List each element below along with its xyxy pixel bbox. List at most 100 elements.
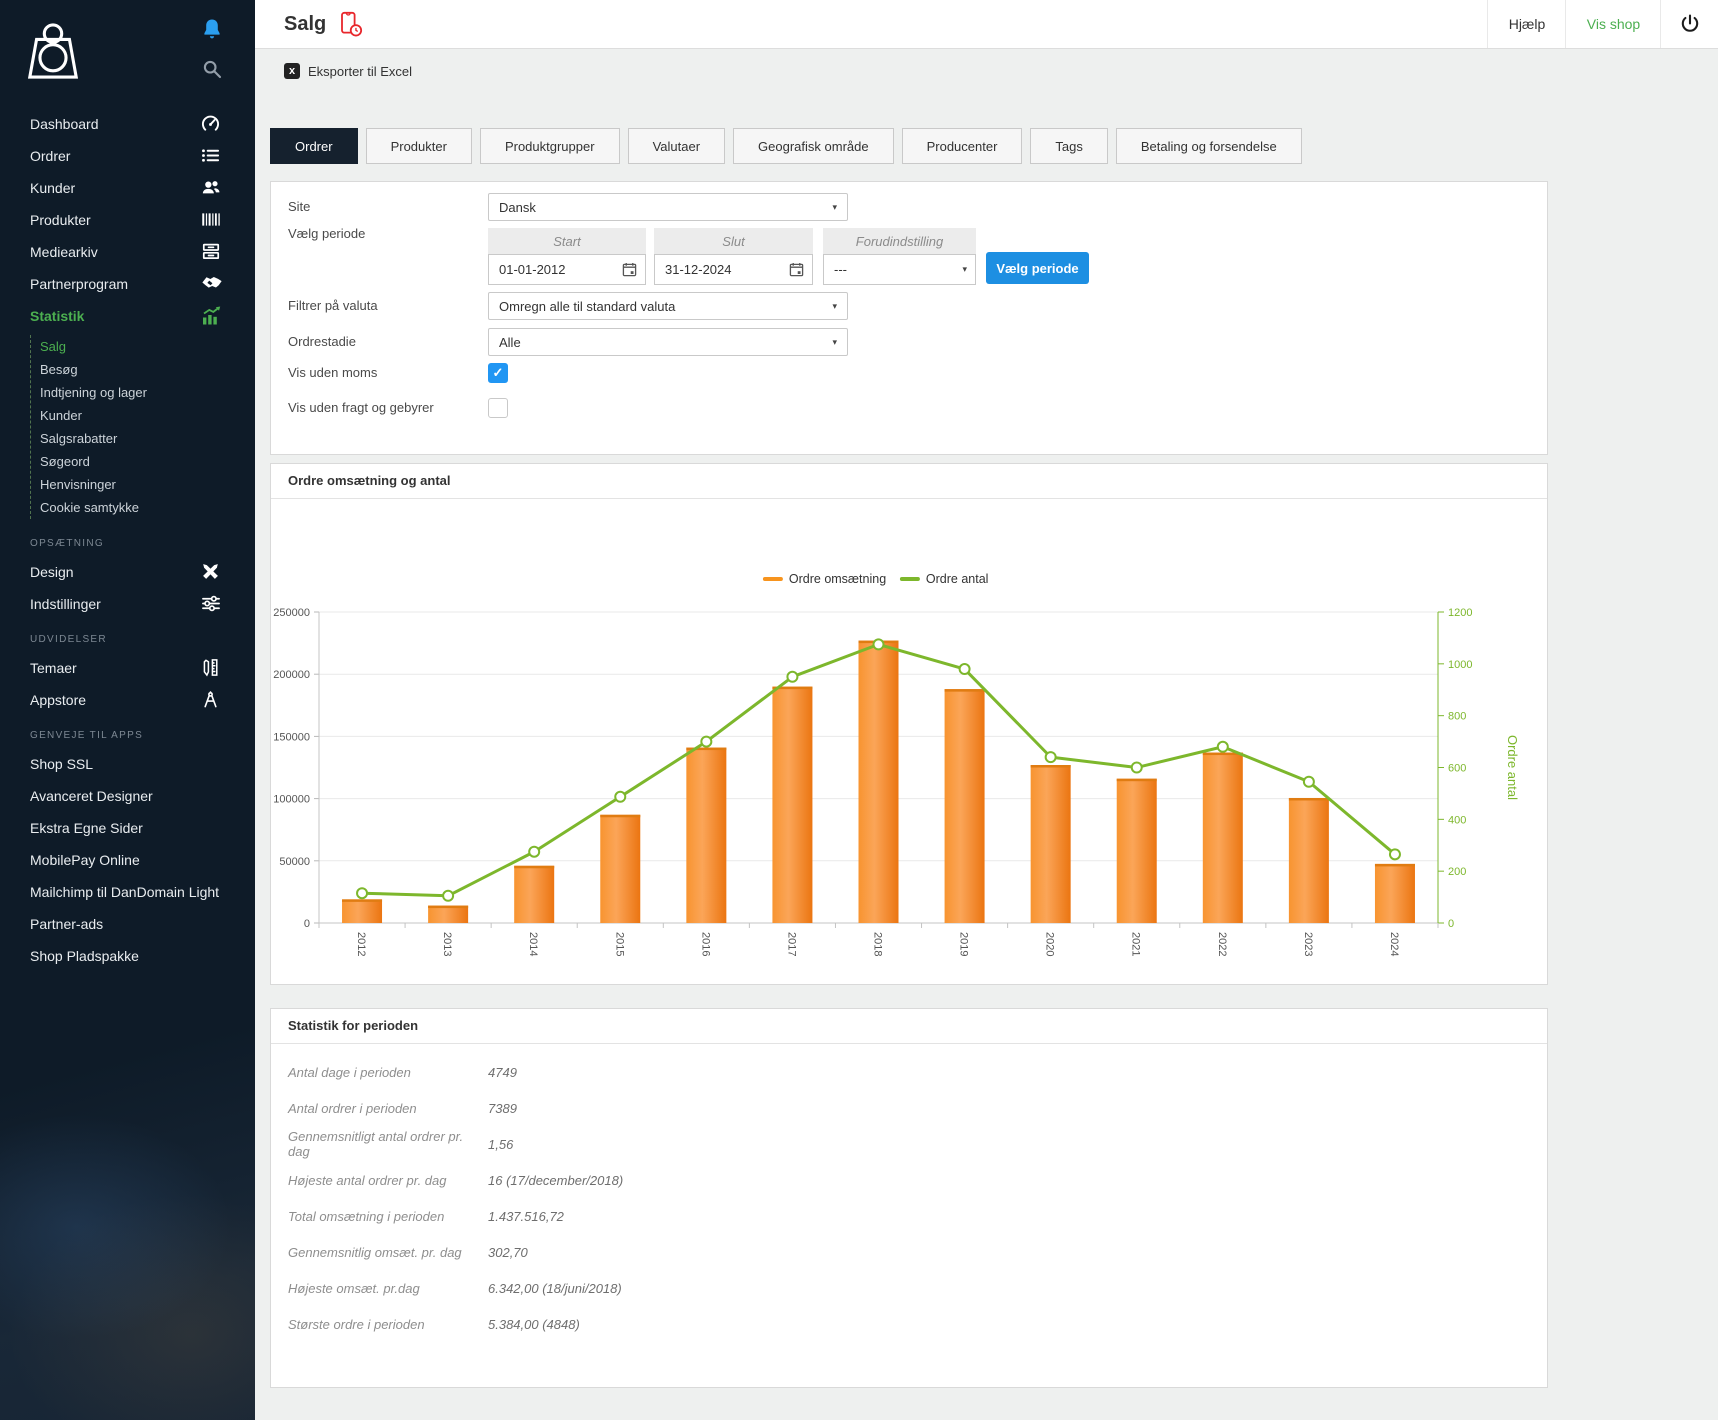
start-date-input[interactable]: 01-01-2012 (488, 254, 646, 285)
sidebar-item-salgsrabatter[interactable]: Salgsrabatter (31, 427, 255, 450)
sidebar-item-partner-ads[interactable]: Partner-ads (0, 908, 255, 940)
dandomain-logo[interactable] (24, 20, 82, 87)
sidebar-item-henvisninger[interactable]: Henvisninger (31, 473, 255, 496)
orders-point-2018[interactable] (874, 639, 884, 649)
tab-geografisk-omraade[interactable]: Geografisk område (733, 128, 894, 164)
vis-uden-moms-checkbox[interactable] (488, 363, 508, 383)
orders-point-2012[interactable] (357, 888, 367, 898)
sidebar-item-soegeord[interactable]: Søgeord (31, 450, 255, 473)
sidebar-item-produkter[interactable]: Produkter (0, 204, 255, 236)
sidebar-item-kunder[interactable]: Kunder (31, 404, 255, 427)
sidebar-item-shop-pladspakke[interactable]: Shop Pladspakke (0, 940, 255, 972)
end-date-input[interactable]: 31-12-2024 (654, 254, 813, 285)
orders-point-2021[interactable] (1132, 763, 1142, 773)
order-stage-select[interactable]: Alle (488, 328, 848, 356)
sidebar-item-indstillinger[interactable]: Indstillinger (0, 588, 255, 620)
tab-betaling-og-forsendelse[interactable]: Betaling og forsendelse (1116, 128, 1302, 164)
sidebar-item-indtjening-og-lager[interactable]: Indtjening og lager (31, 381, 255, 404)
legend-label-ordre-omsaetning[interactable]: Ordre omsætning (789, 572, 886, 586)
vis-uden-fragt-checkbox[interactable] (488, 398, 508, 418)
legend-marker-ordre-antal (900, 577, 920, 581)
revenue-bar-2021[interactable] (1117, 779, 1157, 923)
sidebar-item-dashboard[interactable]: Dashboard (0, 108, 255, 140)
tab-tags[interactable]: Tags (1030, 128, 1107, 164)
sidebar-item-salg[interactable]: Salg (31, 335, 255, 358)
sidebar-item-label: Kunder (40, 408, 82, 423)
orders-point-2023[interactable] (1304, 777, 1314, 787)
sidebar-item-avanceret-designer[interactable]: Avanceret Designer (0, 780, 255, 812)
orders-point-2019[interactable] (960, 664, 970, 674)
chevron-down-icon (832, 301, 837, 312)
sidebar-item-label: Henvisninger (40, 477, 116, 492)
revenue-bar-2022[interactable] (1203, 753, 1243, 923)
orders-point-2013[interactable] (443, 891, 453, 901)
stat-label: Højeste omsæt. pr.dag (288, 1281, 488, 1296)
tab-valutaer[interactable]: Valutaer (628, 128, 725, 164)
sidebar-item-ordrer[interactable]: Ordrer (0, 140, 255, 172)
orders-point-2017[interactable] (787, 672, 797, 682)
orders-point-2020[interactable] (1046, 752, 1056, 762)
sidebar-item-cookie-samtykke[interactable]: Cookie samtykke (31, 496, 255, 519)
revenue-bar-2015[interactable] (600, 815, 640, 923)
revenue-bar-2014[interactable] (514, 866, 554, 923)
legend-label-ordre-antal[interactable]: Ordre antal (926, 572, 989, 586)
orders-point-2015[interactable] (615, 792, 625, 802)
sidebar-item-kunder[interactable]: Kunder (0, 172, 255, 204)
start-date-header: Start (488, 228, 646, 254)
tab-produktgrupper[interactable]: Produktgrupper (480, 128, 620, 164)
revenue-bar-2020[interactable] (1031, 765, 1071, 923)
orders-point-2016[interactable] (701, 737, 711, 747)
start-date-column: Start 01-01-2012 (488, 228, 646, 285)
sidebar-item-besoeg[interactable]: Besøg (31, 358, 255, 381)
currency-select[interactable]: Omregn alle til standard valuta (488, 292, 848, 320)
revenue-bar-2023[interactable] (1289, 798, 1329, 923)
sidebar-item-shop-ssl[interactable]: Shop SSL (0, 748, 255, 780)
revenue-bar-2013[interactable] (428, 906, 468, 923)
design-icon (201, 562, 221, 582)
sidebar-item-design[interactable]: Design (0, 556, 255, 588)
choose-period-button[interactable]: Vælg periode (986, 252, 1089, 284)
sidebar-opsaetning-nav: Design Indstillinger (0, 556, 255, 620)
site-select[interactable]: Dansk (488, 193, 848, 221)
preset-select[interactable]: --- (823, 254, 976, 285)
revenue-bar-2012[interactable] (342, 899, 382, 923)
sidebar-item-temaer[interactable]: Temaer (0, 652, 255, 684)
revenue-bar-2019[interactable] (945, 689, 985, 923)
sidebar-item-appstore[interactable]: Appstore (0, 684, 255, 716)
sidebar: DashboardOrdrerKunderProdukterMediearkiv… (0, 0, 255, 1420)
revenue-bar-2016[interactable] (686, 748, 726, 923)
sidebar-item-label: Dashboard (30, 116, 99, 132)
revenue-bar-2018[interactable] (859, 641, 899, 923)
sidebar-item-ekstra-egne-sider[interactable]: Ekstra Egne Sider (0, 812, 255, 844)
sidebar-item-label: Indstillinger (30, 596, 101, 612)
left-axis-tick-label: 100000 (273, 794, 310, 806)
notifications-bell-icon[interactable] (202, 18, 222, 40)
orders-point-2014[interactable] (529, 847, 539, 857)
mobile-preview-icon[interactable] (339, 11, 363, 38)
stat-row-stoerste-ordre-i-perioden: Største ordre i perioden5.384,00 (4848) (271, 1306, 1547, 1342)
tab-produkter[interactable]: Produkter (366, 128, 472, 164)
preset-select-value: --- (834, 262, 847, 277)
sidebar-item-mediearkiv[interactable]: Mediearkiv (0, 236, 255, 268)
export-excel-button[interactable]: x Eksporter til Excel (284, 49, 412, 93)
sidebar-item-label: Shop SSL (30, 756, 93, 772)
legend-marker-ordre-omsaetning (763, 577, 783, 581)
sidebar-item-statistik[interactable]: Statistik (0, 300, 255, 332)
revenue-bar-2017[interactable] (772, 687, 812, 923)
sidebar-genveje-nav: Shop SSL Avanceret DesignerEkstra Egne Si… (0, 748, 255, 972)
vis-shop-button[interactable]: Vis shop (1565, 0, 1661, 48)
right-axis-tick-label: 400 (1448, 814, 1466, 826)
search-icon[interactable] (202, 59, 222, 79)
orders-point-2024[interactable] (1390, 849, 1400, 859)
stats-panel-title: Statistik for perioden (271, 1009, 1547, 1044)
logout-power-button[interactable] (1660, 0, 1718, 48)
tab-ordrer[interactable]: Ordrer (270, 128, 358, 164)
sidebar-item-mailchimp-til-dandomain-light[interactable]: Mailchimp til DanDomain Light (0, 876, 255, 908)
help-button[interactable]: Hjælp (1487, 0, 1566, 48)
revenue-bar-2024[interactable] (1375, 864, 1415, 923)
archive-icon (201, 242, 221, 262)
sidebar-item-mobilepay-online[interactable]: MobilePay Online (0, 844, 255, 876)
orders-point-2022[interactable] (1218, 742, 1228, 752)
sidebar-item-partnerprogram[interactable]: Partnerprogram (0, 268, 255, 300)
tab-producenter[interactable]: Producenter (902, 128, 1023, 164)
